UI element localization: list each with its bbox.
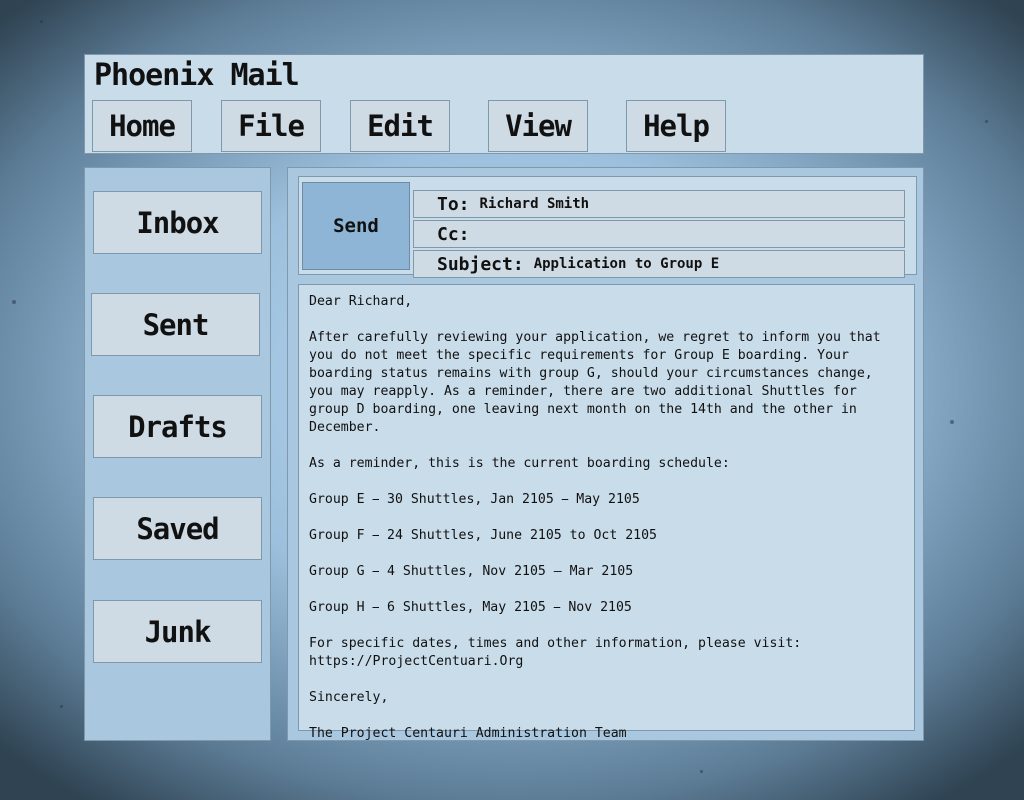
grime-speck [12,300,16,304]
sidebar-item-inbox[interactable]: Inbox [93,191,262,254]
signature-text: The Project Centauri Administration Team [309,726,627,741]
top-bar: Phoenix Mail Home File Edit View Help [84,54,924,154]
schedule-line-2: Group F ⎯ 24 Shuttles, June 2105 to Oct … [309,528,657,543]
schedule-line-3: Group G ⎯ 4 Shuttles, Nov 2105 – Mar 210… [309,564,634,579]
subject-input[interactable] [533,256,904,272]
compose-header: Send To: Cc: Subject: [298,176,917,278]
send-button[interactable]: Send [302,182,410,270]
info-line: For specific dates, times and other info… [309,636,802,651]
sidebar-item-junk[interactable]: Junk [93,600,262,663]
folder-sidebar: Inbox Sent Drafts Saved Junk [84,167,271,741]
grime-speck [985,120,988,123]
to-label: To: [437,193,470,215]
cc-label: Cc: [437,223,470,245]
body-paragraph-1: After carefully reviewing your applicati… [309,330,881,435]
grime-speck [40,20,43,23]
sidebar-item-saved[interactable]: Saved [93,497,262,560]
grime-speck [700,770,703,773]
greeting-text: Dear Richard, [309,294,413,309]
menu-view-button[interactable]: View [488,100,588,152]
menu-file-button[interactable]: File [221,100,321,152]
schedule-line-4: Group H ⎯ 6 Shuttles, May 2105 ⎯ Nov 210… [309,600,632,615]
compose-panel: Send To: Cc: Subject: Dear Richard, Afte… [287,167,924,741]
closing-text: Sincerely, [309,690,389,705]
menu-home-button[interactable]: Home [92,100,192,152]
sidebar-item-sent[interactable]: Sent [91,293,260,356]
menu-help-button[interactable]: Help [626,100,726,152]
cc-input[interactable] [479,226,904,242]
to-input[interactable] [479,196,904,212]
grime-speck [60,705,63,708]
schedule-line-1: Group E ⎯ 30 Shuttles, Jan 2105 ⎯ May 21… [309,492,640,507]
grime-speck [950,420,954,424]
body-paragraph-2: As a reminder, this is the current board… [309,456,730,471]
cc-field-row: Cc: [413,220,905,248]
menu-edit-button[interactable]: Edit [350,100,450,152]
sidebar-item-drafts[interactable]: Drafts [93,395,262,458]
subject-label: Subject: [437,253,524,275]
message-body[interactable]: Dear Richard, After carefully reviewing … [298,284,915,741]
website-link[interactable]: https://ProjectCentuari.Org [309,653,904,671]
subject-field-row: Subject: [413,250,905,278]
app-title: Phoenix Mail [94,58,300,93]
to-field-row: To: [413,190,905,218]
